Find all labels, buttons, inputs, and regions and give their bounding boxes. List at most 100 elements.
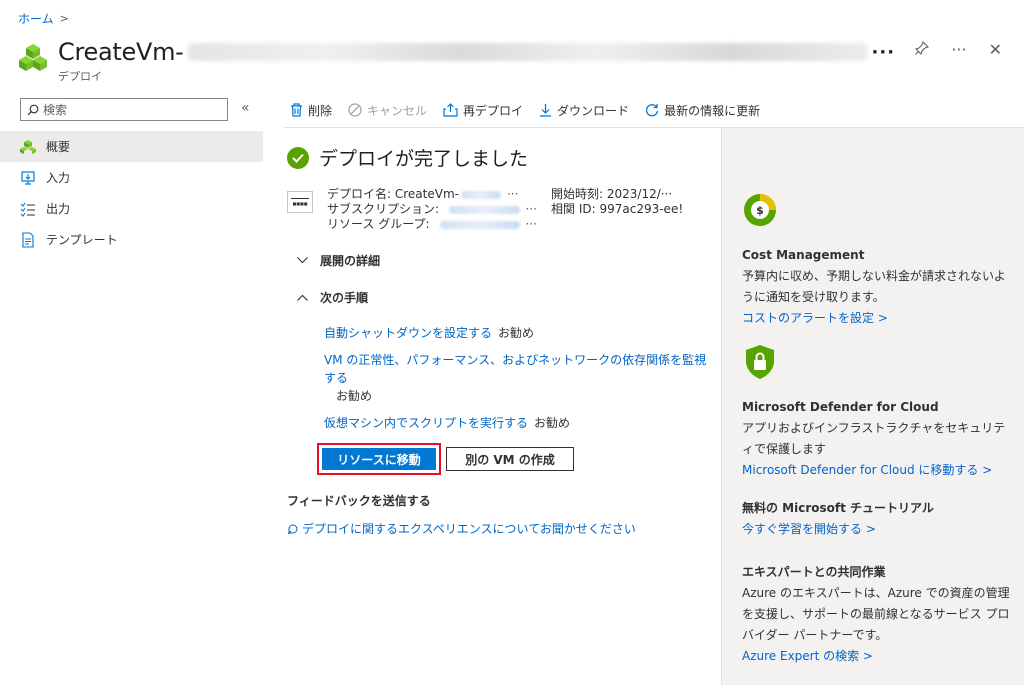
- auto-shutdown-link[interactable]: 自動シャットダウンを設定する: [324, 326, 492, 340]
- cost-management-card: $ Cost Management 予算内に収め、予期しない料金が請求されないよ…: [742, 192, 1012, 329]
- deployment-info-left: デプロイ名: CreateVm- ··· サブスクリプション: ··· リソース グ…: [327, 187, 537, 232]
- cost-management-icon: $: [744, 194, 776, 226]
- recommended-tag: お勧め: [336, 389, 373, 403]
- next-steps-label: 次の手順: [320, 291, 369, 305]
- cancel-button[interactable]: キャンセル: [348, 102, 427, 119]
- deployment-details-label: 展開の詳細: [320, 254, 381, 268]
- action-buttons: リソースに移動 別の VM の作成: [317, 443, 707, 475]
- success-check-icon: [287, 146, 309, 169]
- cancel-label: キャンセル: [367, 103, 428, 118]
- more-options-icon[interactable]: ···: [951, 40, 966, 59]
- expert-text: Azure のエキスパートは、Azure での資産の管理を支援し、サポートの最前…: [742, 586, 1010, 642]
- correlation-id-label: 相関 ID:: [551, 202, 596, 216]
- expert-card: エキスパートとの共同作業 Azure のエキスパートは、Azure での資産の管…: [742, 562, 1012, 667]
- subscription-label: サブスクリプション:: [327, 202, 440, 216]
- delete-button[interactable]: 削除: [290, 102, 332, 119]
- refresh-label: 最新の情報に更新: [664, 103, 761, 118]
- main-content: デプロイが完了しました ■■■■ デプロイ名: CreateVm- ··· サブス…: [287, 144, 707, 475]
- recommended-tag: お勧め: [498, 326, 535, 340]
- chevron-down-icon: [297, 253, 308, 268]
- create-another-vm-button[interactable]: 別の VM の作成: [446, 447, 574, 471]
- sidebar-item-template[interactable]: テンプレート: [0, 224, 263, 255]
- list-item: 自動シャットダウンを設定する お勧め: [324, 324, 707, 342]
- highlight-box: リソースに移動: [317, 443, 441, 475]
- go-to-resource-button[interactable]: リソースに移動: [322, 448, 436, 470]
- cancel-icon: [348, 103, 362, 117]
- chevron-up-icon: [297, 290, 308, 305]
- sidebar-item-overview[interactable]: 概要: [0, 131, 263, 162]
- defender-text: アプリおよびインフラストラクチャをセキュリティで保護します: [742, 421, 1006, 456]
- page-subtitle: デプロイ: [58, 70, 102, 83]
- redeploy-button[interactable]: 再デプロイ: [443, 102, 523, 119]
- cost-alert-link[interactable]: コストのアラートを設定 >: [742, 308, 1012, 329]
- delete-label: 削除: [308, 103, 333, 118]
- sidebar-item-label: テンプレート: [46, 233, 118, 247]
- redacted-value: [439, 221, 520, 229]
- deployment-name-label: デプロイ名:: [327, 187, 392, 201]
- tutorial-link[interactable]: 今すぐ学習を開始する >: [742, 519, 1012, 540]
- monitor-vm-link[interactable]: VM の正常性、パフォーマンス、およびネットワークの依存関係を監視する: [324, 353, 706, 385]
- page-title: CreateVm-: [58, 38, 184, 66]
- list-item: 仮想マシン内でスクリプトを実行する お勧め: [324, 414, 707, 432]
- resource-group-label: リソース グループ:: [327, 217, 430, 231]
- next-steps-list: 自動シャットダウンを設定する お勧め VM の正常性、パフォーマンス、およびネット…: [324, 324, 707, 432]
- trash-icon: [291, 103, 302, 117]
- close-icon[interactable]: ✕: [989, 40, 1002, 59]
- ellipsis: ···: [506, 187, 519, 201]
- feedback-link[interactable]: デプロイに関するエクスペリエンスについてお聞かせください: [287, 520, 636, 537]
- redacted-value: [449, 206, 520, 214]
- sidebar-item-inputs[interactable]: 入力: [0, 162, 263, 193]
- outputs-icon: [20, 201, 36, 217]
- feedback-icon: [287, 524, 298, 534]
- sidebar-item-label: 概要: [46, 140, 71, 154]
- deployment-thumbnail-icon: ■■■■: [287, 191, 313, 213]
- inputs-icon: [20, 170, 36, 186]
- status-header: デプロイが完了しました: [287, 144, 707, 171]
- deployment-cubes-icon: [19, 44, 47, 71]
- shield-lock-icon: [746, 345, 774, 379]
- next-steps-toggle[interactable]: 次の手順: [297, 289, 707, 306]
- sidebar-item-outputs[interactable]: 出力: [0, 193, 263, 224]
- defender-link[interactable]: Microsoft Defender for Cloud に移動する >: [742, 460, 1012, 481]
- expert-link[interactable]: Azure Expert の検索 >: [742, 646, 1012, 667]
- refresh-button[interactable]: 最新の情報に更新: [645, 102, 760, 119]
- refresh-icon: [645, 104, 659, 117]
- pin-icon[interactable]: [915, 40, 930, 59]
- redacted-title: [187, 43, 868, 61]
- overview-icon: [20, 139, 36, 155]
- deployment-info: ■■■■ デプロイ名: CreateVm- ··· サブスクリプション: ··· リ…: [287, 187, 707, 232]
- download-icon: [540, 104, 552, 117]
- feedback-link-text: デプロイに関するエクスペリエンスについてお聞かせください: [302, 522, 636, 536]
- page-header: CreateVm- ··· デプロイ: [18, 36, 895, 84]
- sidebar-search: [20, 98, 228, 121]
- command-toolbar: 削除 キャンセル 再デプロイ ダウンロード 最新の情報に更新: [290, 97, 760, 123]
- download-button[interactable]: ダウンロード: [539, 102, 629, 119]
- header-actions: ··· ✕: [915, 40, 1002, 59]
- template-icon: [20, 231, 36, 248]
- deployment-name-value: CreateVm-: [394, 187, 459, 201]
- title-overflow: ···: [871, 41, 896, 63]
- breadcrumb-separator: >: [59, 12, 69, 25]
- run-script-link[interactable]: 仮想マシン内でスクリプトを実行する: [324, 416, 528, 430]
- start-time-label: 開始時刻:: [551, 187, 604, 201]
- start-time-value: 2023/12/···: [606, 187, 673, 201]
- upload-icon: [443, 103, 458, 117]
- defender-title: Microsoft Defender for Cloud: [742, 400, 939, 414]
- deployment-details-toggle[interactable]: 展開の詳細: [297, 252, 707, 269]
- recommendations-panel: $ Cost Management 予算内に収め、予期しない料金が請求されないよ…: [721, 128, 1024, 685]
- sidebar-item-label: 出力: [46, 202, 71, 216]
- feedback-title: フィードバックを送信する: [287, 494, 431, 508]
- collapse-sidebar-button[interactable]: «: [241, 100, 250, 116]
- status-title: デプロイが完了しました: [319, 148, 529, 170]
- deployment-info-right: 開始時刻: 2023/12/··· 相関 ID: 997ac293-ee!: [551, 187, 683, 232]
- defender-card: Microsoft Defender for Cloud アプリおよびインフラス…: [742, 344, 1012, 481]
- ellipsis: ···: [525, 217, 537, 231]
- expert-title: エキスパートとの共同作業: [742, 565, 886, 579]
- sidebar-item-label: 入力: [46, 171, 71, 185]
- search-icon: [27, 104, 39, 115]
- redacted-value: [460, 191, 501, 199]
- breadcrumb-home-link[interactable]: ホーム: [18, 10, 54, 27]
- search-input[interactable]: [43, 102, 213, 117]
- download-label: ダウンロード: [557, 103, 630, 118]
- recommended-tag: お勧め: [534, 416, 571, 430]
